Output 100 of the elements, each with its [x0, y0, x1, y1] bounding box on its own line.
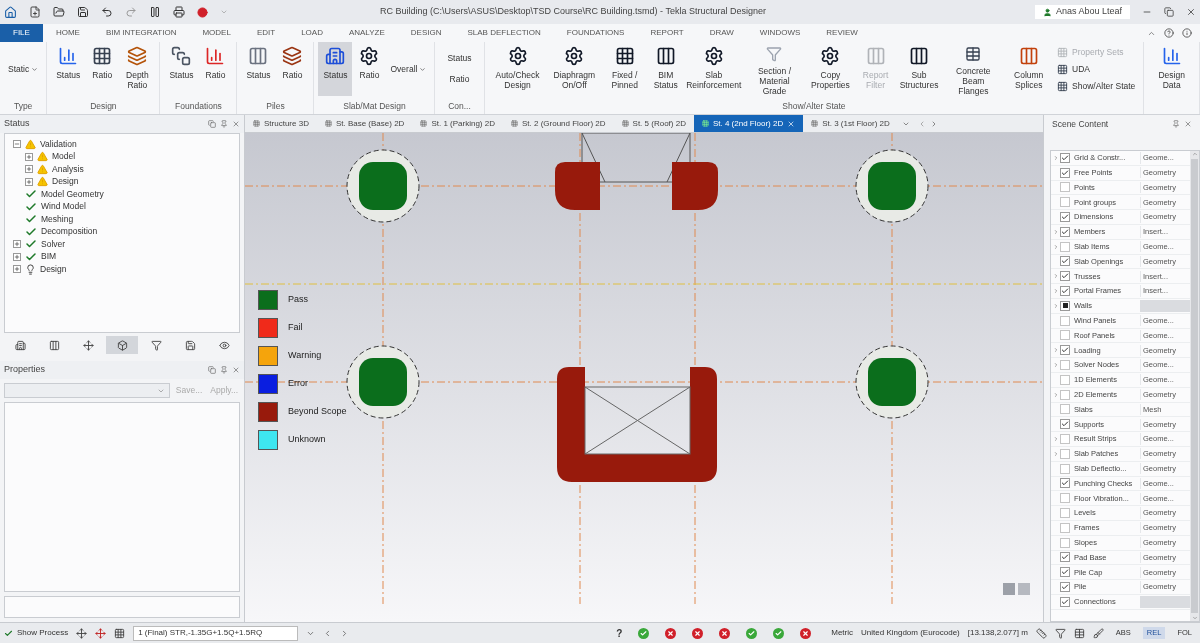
ribbon-button[interactable]: Status [439, 48, 480, 69]
menu-tab[interactable]: DRAW [696, 24, 747, 42]
tree-item[interactable]: BIM [41, 250, 57, 264]
tree-item[interactable]: Solver [41, 237, 66, 251]
checkbox[interactable] [1060, 345, 1070, 356]
axes-icon[interactable] [76, 627, 88, 639]
ribbon-button[interactable]: Diaphragm On/Off [546, 42, 602, 96]
view-tab[interactable]: St. 3 (1st Floor) 2D [803, 115, 898, 132]
redo-icon[interactable] [125, 6, 137, 18]
checkbox[interactable] [1060, 167, 1070, 178]
scroll-down-icon[interactable] [1191, 615, 1198, 621]
menu-tab[interactable]: SLAB DEFLECTION [454, 24, 554, 42]
tree-item[interactable]: Analysis [52, 162, 84, 176]
fail-icon[interactable] [719, 627, 731, 639]
user-badge[interactable]: Anas Abou Lteaf [1034, 5, 1130, 19]
tree-item[interactable]: Decomposition [41, 225, 98, 239]
restore-icon[interactable] [1164, 7, 1174, 17]
pin-icon[interactable] [1172, 120, 1180, 128]
checkbox[interactable] [1060, 582, 1070, 592]
ribbon-button[interactable]: Ratio [275, 42, 310, 96]
menu-tab[interactable]: REPORT [637, 24, 697, 42]
view-tab[interactable]: St. 1 (Parking) 2D [412, 115, 503, 132]
float-icon[interactable] [208, 366, 216, 374]
folder-icon[interactable] [53, 6, 65, 18]
expand-icon[interactable] [1052, 362, 1059, 369]
grid-icon[interactable] [114, 627, 126, 639]
checkbox[interactable] [1060, 448, 1070, 459]
show-process-toggle[interactable]: Show Process [4, 627, 69, 639]
menu-tab[interactable]: WINDOWS [746, 24, 814, 42]
axes-icon[interactable] [95, 627, 107, 639]
checkbox[interactable] [1060, 256, 1070, 267]
checkbox[interactable] [1060, 552, 1070, 563]
ribbon-button[interactable]: Section / Material Grade [743, 42, 806, 96]
info-icon[interactable] [1182, 28, 1192, 38]
ribbon-button[interactable]: Column Splices [1004, 42, 1054, 96]
menu-tab[interactable]: EDIT [243, 24, 289, 42]
combination-dropdown[interactable]: 1 (Final) STR,-1.35G+1.5Q+1.5RQ [133, 625, 299, 641]
view-tab[interactable]: St. Base (Base) 2D [316, 115, 413, 132]
undo-icon[interactable] [101, 6, 113, 18]
expand-icon[interactable] [1052, 391, 1059, 398]
checkbox[interactable] [1060, 241, 1070, 252]
expand-icon[interactable] [1052, 243, 1059, 250]
expand-icon[interactable] [1052, 302, 1059, 309]
help-mark[interactable]: ? [616, 625, 623, 641]
dropdown-button[interactable]: Overall [386, 42, 431, 96]
ribbon-button[interactable]: Status [51, 42, 86, 96]
pause-icon[interactable] [149, 6, 161, 18]
expand-icon[interactable] [1052, 450, 1059, 457]
checkbox[interactable] [1060, 522, 1070, 533]
dropdown-button[interactable]: Static [4, 42, 43, 96]
ribbon-button[interactable]: Fixed / Pinned [602, 42, 648, 96]
ribbon-button[interactable]: Copy Properties [805, 42, 856, 96]
menu-tab[interactable]: FILE [0, 24, 43, 42]
view-tab[interactable]: Structure 3D [245, 115, 317, 132]
expander-icon[interactable] [25, 152, 33, 161]
tree-item[interactable]: Model [52, 150, 76, 164]
checkbox[interactable] [1060, 374, 1070, 385]
pin-icon[interactable] [220, 120, 228, 128]
menu-tab[interactable]: FOUNDATIONS [553, 24, 638, 42]
fail-icon[interactable] [800, 627, 812, 639]
checkbox[interactable] [1060, 463, 1070, 474]
view-tab[interactable]: St. 2 (Ground Floor) 2D [502, 115, 614, 132]
float-icon[interactable] [208, 120, 216, 128]
checkbox[interactable] [1060, 226, 1070, 237]
checkbox[interactable] [1060, 389, 1070, 400]
pass-icon[interactable] [746, 627, 758, 639]
fail-icon[interactable] [665, 627, 677, 639]
menu-tab[interactable]: DESIGN [397, 24, 455, 42]
ribbon-button[interactable]: Depth Ratio [119, 42, 156, 96]
filter-icon[interactable] [1054, 627, 1066, 639]
ribbon-button[interactable]: Slab Reinforcement [684, 42, 744, 96]
checkbox[interactable] [1060, 360, 1070, 371]
ribbon-button[interactable]: Design Data [1148, 42, 1195, 96]
checkbox[interactable] [1060, 330, 1070, 341]
checkbox[interactable] [1060, 493, 1070, 504]
ribbon-button[interactable]: UDA [1053, 61, 1140, 78]
view-tab[interactable]: St. 4 (2nd Floor) 2D [693, 115, 804, 132]
expander-icon[interactable] [13, 140, 21, 149]
checkbox[interactable] [1060, 286, 1070, 297]
tree-item[interactable]: Wind Model [41, 200, 86, 214]
ribbon-button[interactable]: Auto/Check Design [488, 42, 547, 96]
menu-tab[interactable]: REVIEW [813, 24, 871, 42]
view-tab[interactable]: St. 5 (Roof) 2D [613, 115, 694, 132]
checkbox[interactable] [1060, 537, 1070, 548]
fail-icon[interactable] [692, 627, 704, 639]
ribbon-button[interactable]: BIM Status [647, 42, 685, 96]
checkbox[interactable] [1060, 404, 1070, 415]
table-icon[interactable] [1073, 627, 1085, 639]
checkbox[interactable] [1060, 434, 1070, 445]
menu-tab[interactable]: LOAD [288, 24, 336, 42]
pin-icon[interactable] [220, 366, 228, 374]
expander-icon[interactable] [25, 165, 33, 174]
tree-item[interactable]: Validation [40, 137, 77, 151]
ribbon-button[interactable]: Ratio [198, 42, 233, 96]
ribbon-button[interactable]: Ratio [439, 69, 480, 90]
expander-icon[interactable] [13, 240, 21, 249]
pass-icon[interactable] [638, 627, 650, 639]
help-icon[interactable] [1164, 28, 1174, 38]
app-icon[interactable] [4, 5, 17, 19]
expand-icon[interactable] [1052, 436, 1059, 443]
